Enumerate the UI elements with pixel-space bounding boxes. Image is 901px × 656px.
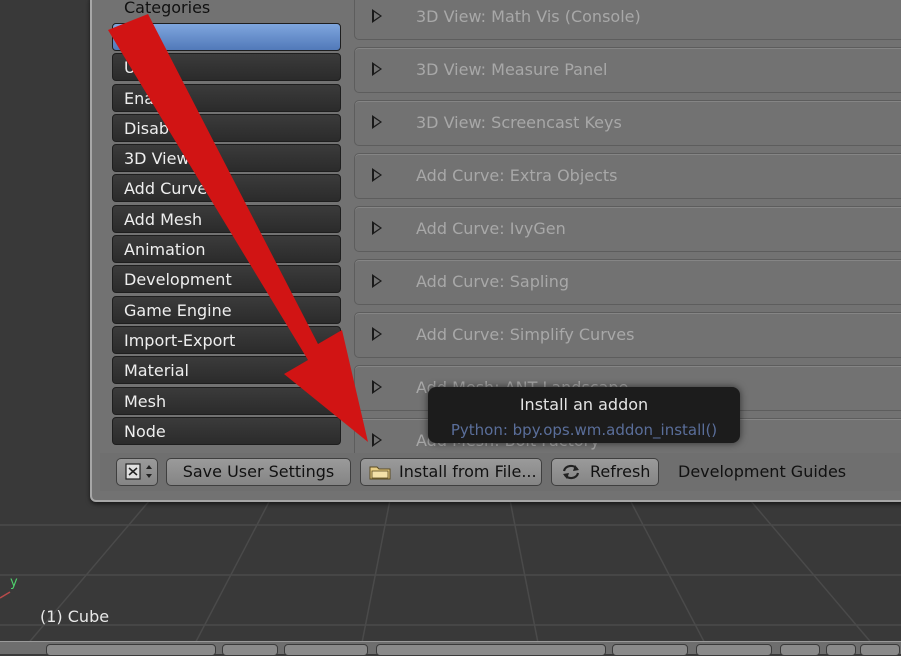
addon-row[interactable]: 3D View: Screencast Keys [354,100,901,146]
category-item[interactable]: Mesh [112,386,341,415]
category-item[interactable]: Node [112,416,341,445]
category-item[interactable] [112,23,341,51]
addon-row[interactable]: Add Curve: Extra Objects [354,153,901,199]
save-user-settings-button[interactable]: Save User Settings [166,458,351,486]
category-item[interactable]: Material [112,356,341,385]
categories-title: Categories [124,0,211,17]
pivot-selector[interactable] [284,644,368,656]
expand-triangle-icon[interactable] [372,380,382,394]
proportional-edit-toggle[interactable] [780,644,820,656]
category-list: U Enab ed Disab 3D View Add Curve Add Mesh Ani… [112,23,341,447]
manipulator-toggles[interactable] [376,644,606,656]
refresh-button[interactable]: Refresh [551,458,659,486]
addon-row[interactable]: Add Curve: Sapling [354,259,901,305]
expand-triangle-icon[interactable] [372,433,382,447]
addon-label: Add Curve: Sapling [416,272,570,291]
category-item[interactable]: 3D View [112,144,341,173]
addon-row[interactable]: Add Curve: Simplify Curves [354,312,901,358]
expand-triangle-icon[interactable] [372,168,382,182]
layer-buttons-2[interactable] [696,644,772,656]
category-item[interactable]: Add Mesh [112,204,341,233]
axis-label: y [10,575,18,590]
install-from-file-label: Install from File... [399,462,537,481]
expand-triangle-icon[interactable] [372,9,382,23]
development-guides-link[interactable]: Development Guides [678,458,846,486]
addon-label: Add Curve: Simplify Curves [416,325,635,344]
snap-toggle[interactable] [826,644,856,656]
addon-row[interactable]: Add Curve: IvyGen [354,206,901,252]
addon-label: Add Curve: Extra Objects [416,166,618,185]
refresh-label: Refresh [590,462,651,481]
addon-label: 3D View: Measure Panel [416,60,608,79]
addon-label: Add Curve: IvyGen [416,219,566,238]
tooltip-title: Install an addon [519,395,649,414]
addon-label: 3D View: Math Vis (Console) [416,7,641,26]
mode-selector[interactable] [46,644,216,656]
expand-triangle-icon[interactable] [372,221,382,235]
category-item[interactable]: U [112,53,341,82]
category-item[interactable]: Add Curve [112,174,341,203]
refresh-icon [562,464,580,480]
preferences-footer: Save User Settings Install from File... … [100,453,901,491]
shading-selector[interactable] [222,644,278,656]
folder-icon [369,466,391,480]
3d-view-header-toolbar [0,641,901,656]
install-from-file-button[interactable]: Install from File... [360,458,542,486]
expand-triangle-icon[interactable] [372,115,382,129]
expand-triangle-icon[interactable] [372,327,382,341]
viewport-object-label: (1) Cube [40,607,110,626]
addon-row[interactable]: 3D View: Math Vis (Console) [354,0,901,40]
addon-label: 3D View: Screencast Keys [416,113,622,132]
expand-triangle-icon[interactable] [372,62,382,76]
category-item[interactable]: Enab ed [112,83,341,112]
category-item[interactable]: Animation [112,235,341,264]
expand-triangle-icon[interactable] [372,274,382,288]
editor-type-button[interactable] [116,458,158,486]
install-addon-tooltip: Install an addon Python: bpy.ops.wm.addo… [428,387,740,443]
addon-row[interactable]: 3D View: Measure Panel [354,47,901,93]
preferences-editor-icon [125,463,152,480]
category-item[interactable]: Game Engine [112,295,341,324]
category-item[interactable]: Disab [112,113,341,142]
category-item[interactable]: Import-Export [112,325,341,354]
layer-buttons[interactable] [612,644,688,656]
category-item[interactable]: Development [112,265,341,294]
tooltip-python-command: Python: bpy.ops.wm.addon_install() [450,421,718,439]
render-toggle[interactable] [860,644,900,656]
